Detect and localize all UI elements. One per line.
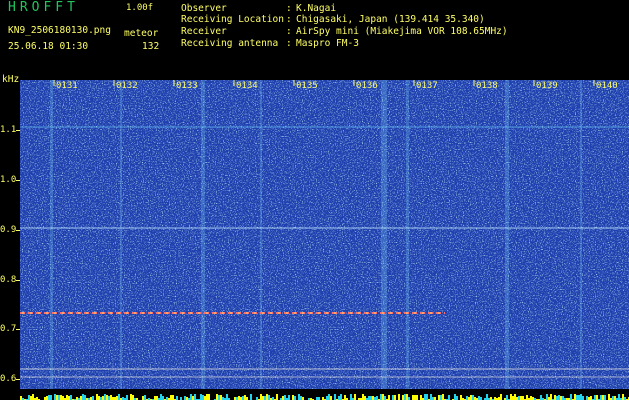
antenna-value: Maspro FM-3 (296, 38, 359, 49)
y-tick-label: 0.6 (0, 374, 17, 384)
antenna-sep: : (286, 38, 292, 49)
y-tick-label: 0.9 (0, 225, 17, 235)
observer-label: Observer (181, 3, 227, 14)
x-tick-label: 0132 (116, 81, 138, 91)
filename-label: KN9_2506180130.png (8, 25, 111, 36)
version-label: 1.00f (126, 3, 154, 13)
location-label: Receiving Location (181, 14, 284, 25)
meteor-count: 132 (142, 41, 160, 52)
datetime-label: 25.06.18 01:30 (8, 41, 89, 52)
x-tick-label: 0139 (536, 81, 558, 91)
x-tick-label: 0137 (416, 81, 438, 91)
observer-value: K.Nagai (296, 3, 337, 14)
x-tick-label: 0138 (476, 81, 498, 91)
spectrogram-plot (20, 80, 629, 389)
x-tick-label: 0133 (176, 81, 198, 91)
receiver-label: Receiver (181, 26, 227, 37)
x-tick-label: 0131 (56, 81, 78, 91)
y-tick-label: 0.8 (0, 275, 17, 285)
meteor-label: meteor (124, 28, 159, 39)
y-tick-label: 1.0 (0, 175, 17, 185)
x-tick-label: 0134 (236, 81, 258, 91)
x-tick-label: 0135 (296, 81, 318, 91)
x-tick-label: 0136 (356, 81, 378, 91)
location-value: Chigasaki, Japan (139.414 35.340) (296, 14, 485, 25)
signal-level-bar (20, 389, 629, 400)
receiver-value: AirSpy mini (Miakejima VOR 108.65MHz) (296, 26, 508, 37)
app-logo: HROFFT (8, 0, 79, 15)
location-sep: : (286, 14, 292, 25)
receiver-sep: : (286, 26, 292, 37)
observer-sep: : (286, 3, 292, 14)
x-tick-label: 0140 (596, 81, 618, 91)
antenna-label: Receiving antenna (181, 38, 279, 49)
y-axis-unit: kHz (2, 74, 20, 85)
y-tick-label: 1.1 (0, 125, 17, 135)
y-tick-label: 0.7 (0, 324, 17, 334)
